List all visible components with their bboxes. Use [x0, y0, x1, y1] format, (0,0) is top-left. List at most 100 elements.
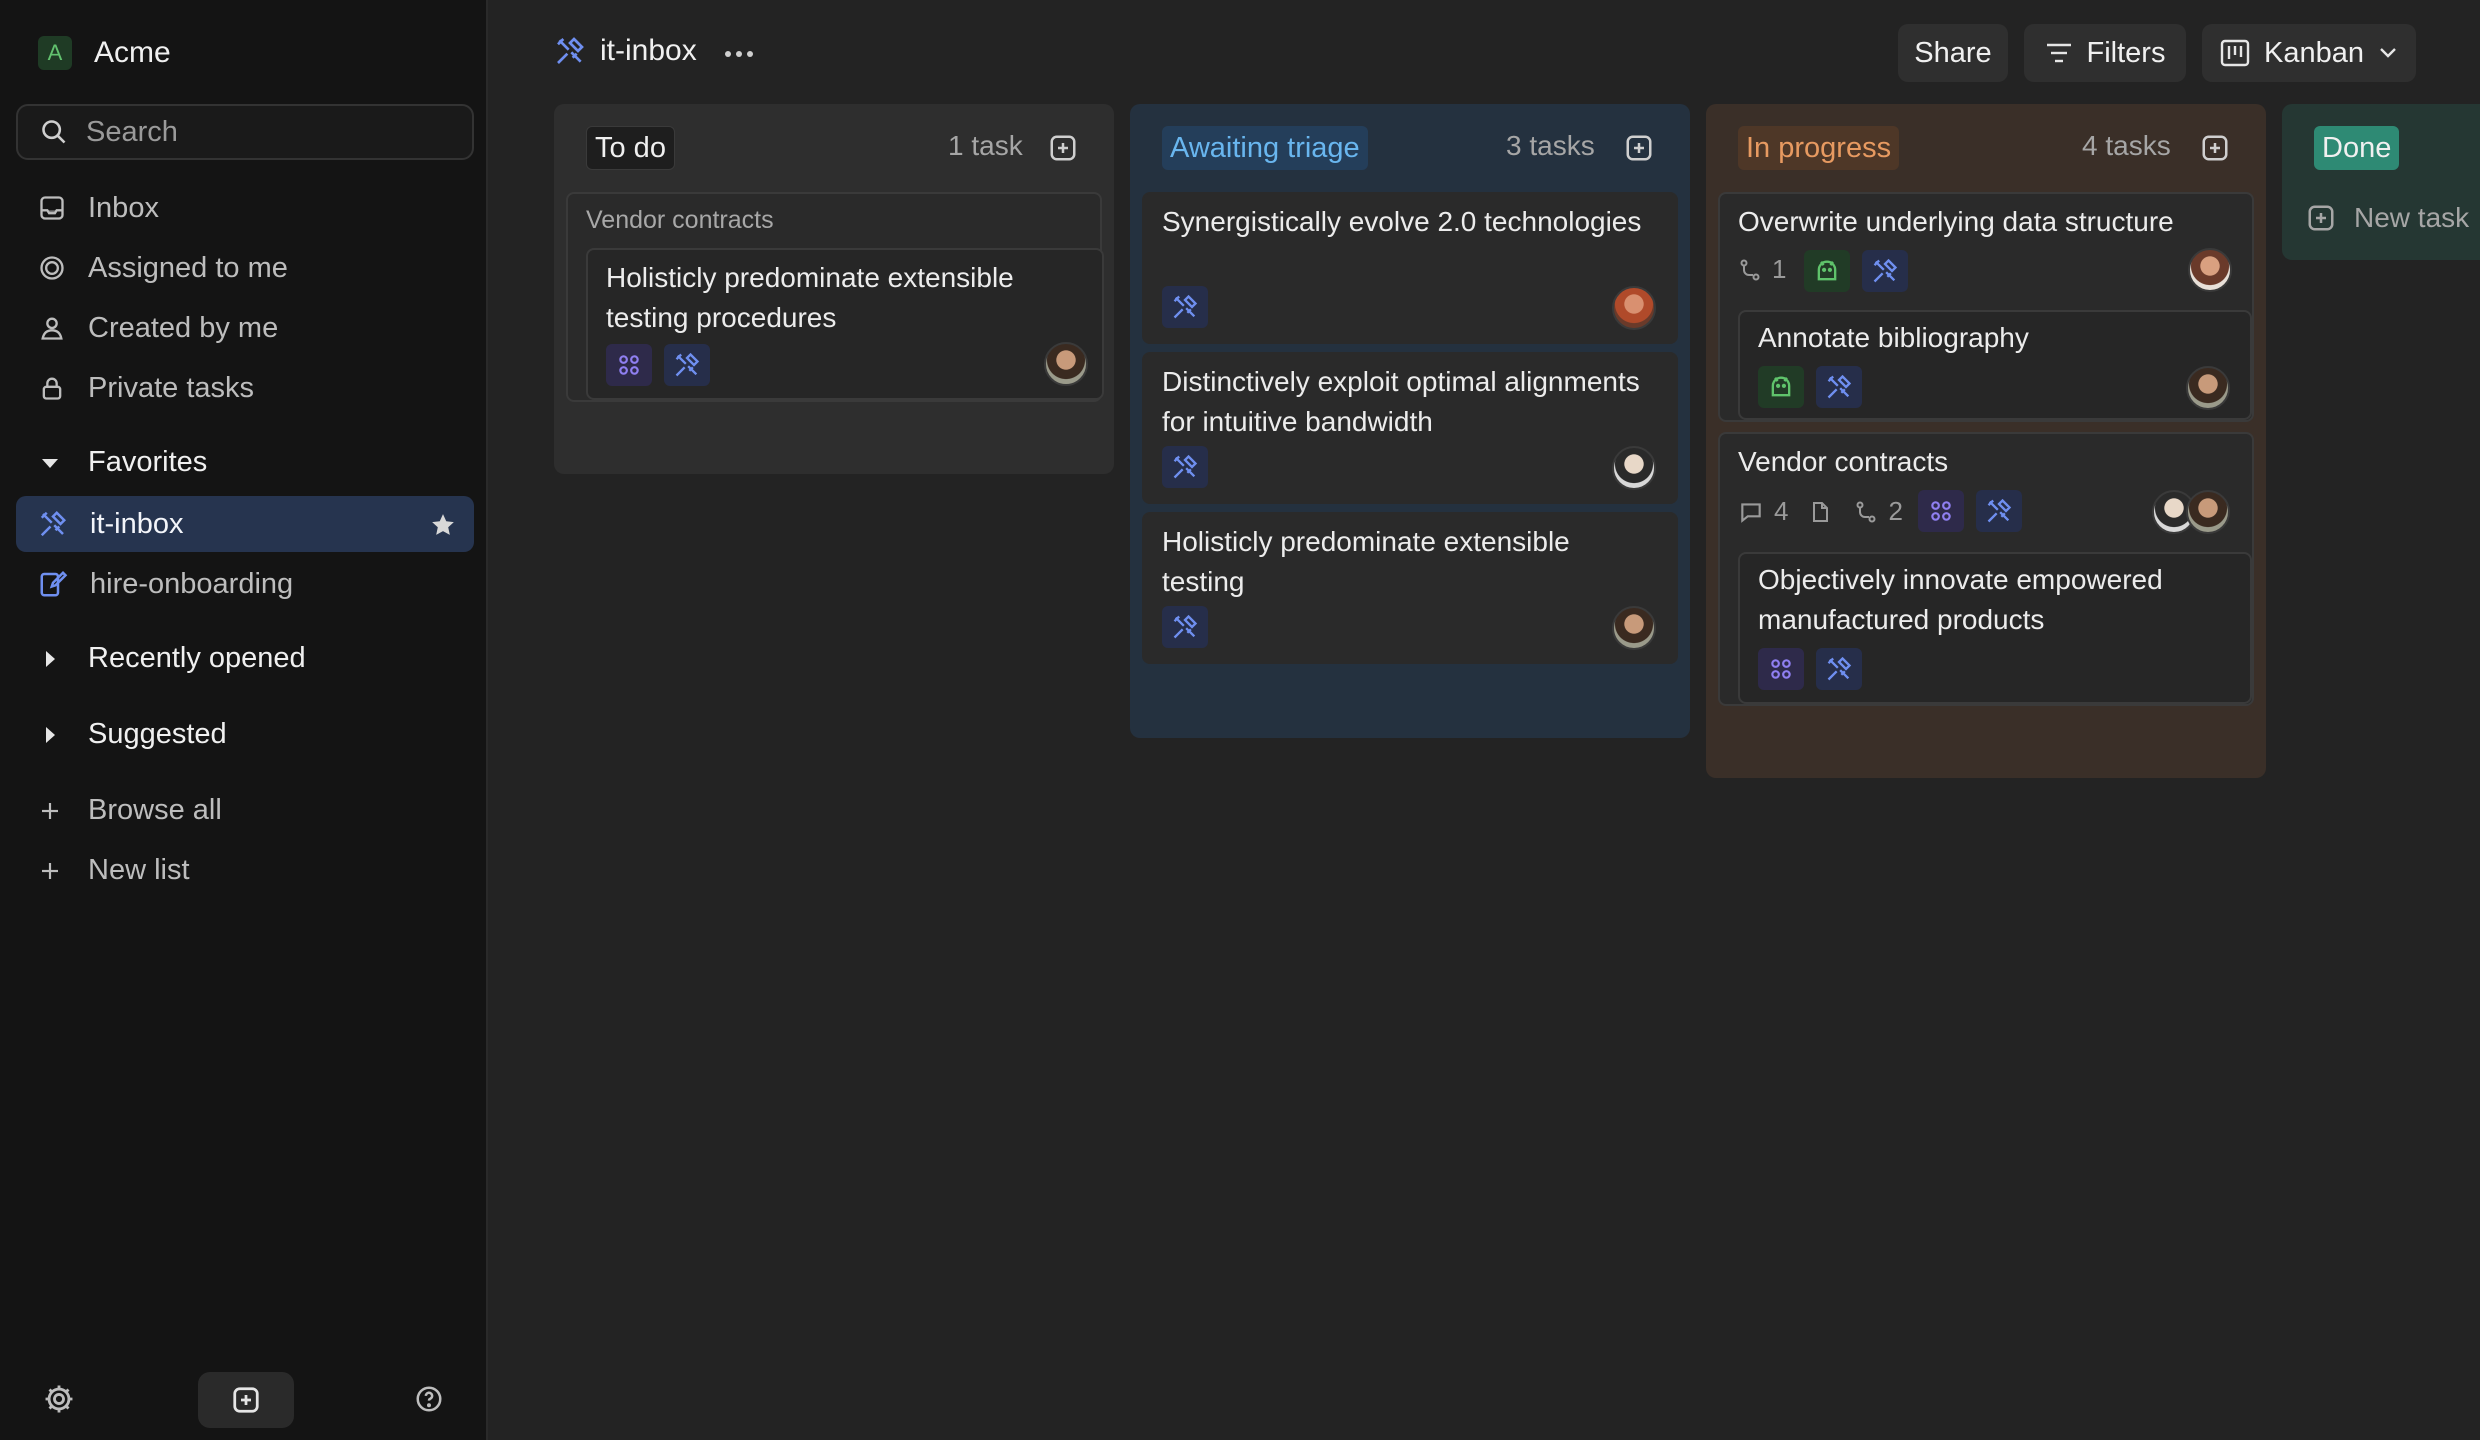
document-icon: [1813, 501, 1829, 522]
favorite-hire-onboarding-label: hire-onboarding: [90, 567, 294, 600]
task-title: Distinctively exploit optimal alignments…: [1162, 366, 1640, 437]
card-group-label: Vendor contracts: [586, 206, 774, 234]
new-task-button[interactable]: New task: [2306, 202, 2469, 234]
nav-private[interactable]: Private tasks: [16, 360, 474, 416]
search-input[interactable]: [86, 115, 446, 149]
add-task-button[interactable]: [1048, 133, 1078, 163]
tag-tools[interactable]: [1862, 250, 1908, 292]
tag-grid[interactable]: [1758, 648, 1804, 690]
comment-icon: [1741, 502, 1761, 523]
tag-tools[interactable]: [1162, 606, 1208, 648]
browse-all-label: Browse all: [88, 794, 222, 826]
square-plus-icon: [1626, 135, 1652, 161]
task-tags: [1162, 446, 1208, 488]
avatar[interactable]: [1612, 446, 1656, 490]
task-card[interactable]: Objectively innovate empowered manufactu…: [1738, 552, 2252, 704]
square-plus-icon: [2308, 205, 2334, 231]
suggested-toggle[interactable]: Suggested: [38, 718, 227, 751]
task-card[interactable]: Synergistically evolve 2.0 technologies: [1142, 192, 1678, 344]
column-name[interactable]: Done: [2314, 126, 2400, 170]
nav-assigned[interactable]: Assigned to me: [16, 240, 474, 296]
task-tags: [1758, 648, 1862, 690]
favorite-hire-onboarding[interactable]: hire-onboarding: [16, 556, 474, 612]
add-task-button[interactable]: [1624, 133, 1654, 163]
tag-grid[interactable]: [606, 344, 652, 386]
tag-tools[interactable]: [1816, 366, 1862, 408]
column-awaiting-triage: Awaiting triage 3 tasks Synergistically …: [1130, 104, 1690, 738]
column-done: Done New task: [2282, 104, 2480, 260]
avatar[interactable]: [2186, 366, 2230, 410]
task-card[interactable]: Holisticly predominate extensible testin…: [586, 248, 1104, 400]
suggested-label: Suggested: [88, 718, 227, 750]
filters-button[interactable]: Filters: [2024, 24, 2186, 82]
search-box[interactable]: [16, 104, 474, 160]
tag-android[interactable]: [1804, 250, 1850, 292]
task-title: Vendor contracts: [1738, 446, 1949, 477]
square-plus-icon: [1050, 135, 1076, 161]
task-card[interactable]: Annotate bibliography: [1738, 310, 2252, 420]
android-icon: [1817, 260, 1837, 281]
tag-tools[interactable]: [1162, 286, 1208, 328]
column-name[interactable]: To do: [586, 126, 675, 170]
sidebar: A Acme Inbox Assigned to me Created by m…: [0, 0, 488, 1440]
column-name[interactable]: Awaiting triage: [1162, 126, 1368, 170]
column-header: Awaiting triage 3 tasks: [1130, 104, 1690, 192]
tag-tools[interactable]: [664, 344, 710, 386]
nav-private-label: Private tasks: [88, 371, 254, 404]
nav-inbox[interactable]: Inbox: [16, 180, 474, 236]
task-count: 3 tasks: [1506, 130, 1595, 161]
favorite-it-inbox[interactable]: it-inbox: [16, 496, 474, 552]
column-header: To do 1 task: [554, 104, 1114, 192]
tag-grid[interactable]: [1918, 490, 1964, 532]
tools-icon: [40, 510, 67, 537]
avatar[interactable]: [1612, 606, 1656, 650]
task-card[interactable]: Distinctively exploit optimal alignments…: [1142, 352, 1678, 504]
tools-icon: [1827, 374, 1852, 399]
search-icon: [42, 120, 66, 144]
subtask-count: 1: [1738, 254, 1786, 285]
tag-tools[interactable]: [1162, 446, 1208, 488]
tag-android[interactable]: [1758, 366, 1804, 408]
more-options-button[interactable]: [724, 50, 754, 58]
chevron-down-icon: [2380, 48, 2396, 58]
avatar[interactable]: [1612, 286, 1656, 330]
share-button[interactable]: Share: [1898, 24, 2008, 82]
avatar[interactable]: [1044, 342, 1088, 386]
comment-count: 4: [1774, 496, 1789, 526]
help-button[interactable]: [414, 1384, 444, 1414]
tag-tools[interactable]: [1976, 490, 2022, 532]
column-name[interactable]: In progress: [1738, 126, 1900, 170]
new-item-button[interactable]: [198, 1372, 294, 1428]
settings-button[interactable]: [42, 1382, 76, 1416]
avatar[interactable]: [2188, 248, 2232, 292]
tools-icon: [557, 37, 584, 64]
task-card[interactable]: Vendor contracts 4 2: [1720, 434, 2252, 552]
add-task-button[interactable]: [2200, 133, 2230, 163]
star-icon[interactable]: [430, 512, 456, 538]
column-todo: To do 1 task Vendor contracts Holisticly…: [554, 104, 1114, 474]
browse-all-link[interactable]: Browse all: [38, 794, 222, 827]
nav-created[interactable]: Created by me: [16, 300, 474, 356]
user-icon: [41, 317, 63, 340]
new-list-link[interactable]: New list: [38, 854, 190, 887]
nav-created-label: Created by me: [88, 311, 279, 344]
favorites-toggle[interactable]: Favorites: [38, 446, 207, 479]
task-card[interactable]: Holisticly predominate extensible testin…: [1142, 512, 1678, 664]
lock-icon: [42, 377, 62, 400]
help-icon: [416, 1386, 442, 1412]
gear-icon: [45, 1385, 73, 1413]
card-group[interactable]: Vendor contracts Holisticly predominate …: [566, 192, 1104, 402]
new-icon: [233, 1387, 259, 1413]
view-switcher[interactable]: Kanban: [2202, 24, 2416, 82]
kanban-icon: [2220, 39, 2250, 67]
breadcrumb[interactable]: it-inbox: [554, 34, 697, 68]
share-label: Share: [1914, 36, 1992, 69]
favorite-it-inbox-label: it-inbox: [90, 507, 184, 540]
tag-tools[interactable]: [1816, 648, 1862, 690]
task-title: Objectively innovate empowered manufactu…: [1758, 564, 2163, 635]
avatar[interactable]: [2186, 490, 2230, 534]
card-group: Overwrite underlying data structure 1 An…: [1718, 192, 2254, 422]
task-card[interactable]: Overwrite underlying data structure 1: [1720, 194, 2252, 310]
workspace-switcher[interactable]: A Acme: [38, 36, 171, 70]
recently-opened-toggle[interactable]: Recently opened: [38, 642, 306, 675]
